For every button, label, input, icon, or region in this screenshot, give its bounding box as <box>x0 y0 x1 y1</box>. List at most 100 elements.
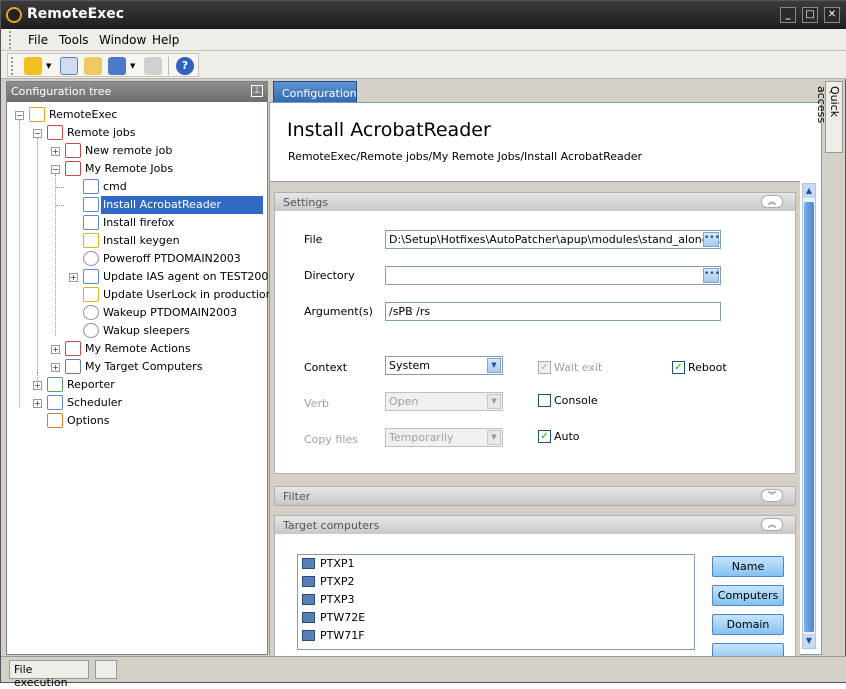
tree-item-install-firefox[interactable]: Install firefox <box>7 214 267 232</box>
script-icon <box>83 197 99 212</box>
wait-exit-checkbox[interactable]: ✓ <box>538 361 551 374</box>
tree-item-label: New remote job <box>85 144 173 157</box>
directory-field[interactable]: ••• <box>385 266 721 285</box>
wait-exit-label: Wait exit <box>554 361 603 374</box>
close-button[interactable]: ✕ <box>824 7 840 23</box>
computers-button[interactable]: Computers <box>712 585 784 606</box>
filter-header[interactable]: Filter ︾ <box>275 487 795 505</box>
chevron-down-icon[interactable]: ▼ <box>487 430 501 445</box>
tree-item-my-target-computers[interactable]: + My Target Computers <box>7 358 267 376</box>
tree-item-label: Wakup sleepers <box>103 324 190 337</box>
remote-jobs-icon <box>47 125 63 140</box>
tree-item-scheduler[interactable]: + Scheduler <box>7 394 267 412</box>
console-checkbox[interactable] <box>538 394 551 407</box>
menu-help[interactable]: Help <box>152 33 179 47</box>
expand-icon[interactable]: + <box>51 345 60 354</box>
tree-item-new-remote-job[interactable]: + New remote job <box>7 142 267 160</box>
scroll-up-icon[interactable]: ▲ <box>803 184 815 198</box>
tree-view[interactable]: − RemoteExec − Remote jobs + New remote … <box>7 102 279 654</box>
file-field[interactable]: D:\Setup\Hotfixes\AutoPatcher\apup\modul… <box>385 230 721 249</box>
file-label: File <box>304 233 323 246</box>
expand-icon[interactable]: + <box>51 363 60 372</box>
pin-icon[interactable]: ⊥ <box>251 85 263 97</box>
status-text: File execution <box>9 660 89 689</box>
tree-item-my-remote-actions[interactable]: + My Remote Actions <box>7 340 267 358</box>
arguments-field[interactable]: /sPB /rs <box>385 302 721 321</box>
menu-window[interactable]: Window <box>99 33 146 47</box>
save-icon[interactable] <box>108 57 126 75</box>
settings-header[interactable]: Settings ︽ <box>275 193 795 211</box>
minimize-button[interactable]: _ <box>780 7 796 23</box>
expand-icon[interactable]: + <box>51 147 60 156</box>
context-select[interactable]: System ▼ <box>385 356 503 375</box>
chevron-down-icon[interactable]: ▼ <box>487 358 501 373</box>
quick-access-tab[interactable]: Quick access <box>815 81 843 153</box>
new-icon[interactable] <box>60 57 78 75</box>
tree-item-wakup-sleepers[interactable]: Wakup sleepers <box>7 322 267 340</box>
tree-item-poweroff[interactable]: Poweroff PTDOMAIN2003 <box>7 250 267 268</box>
collapse-up-icon[interactable]: ︽ <box>761 518 783 531</box>
tree-item-wakeup[interactable]: Wakeup PTDOMAIN2003 <box>7 304 267 322</box>
tree-item-update-ias[interactable]: + Update IAS agent on TEST200... <box>7 268 279 286</box>
scroll-thumb[interactable] <box>804 202 814 632</box>
title-bar[interactable]: RemoteExec _ □ ✕ <box>1 1 846 29</box>
settings-scroll-area[interactable]: Settings ︽ File D:\Setup\Hotfixes\AutoPa… <box>270 181 800 656</box>
tree-item-options[interactable]: Options <box>7 412 267 430</box>
app-window: RemoteExec _ □ ✕ File Tools Window Help … <box>0 0 846 689</box>
tree-item-remote-jobs[interactable]: − Remote jobs <box>7 124 267 142</box>
computer-list[interactable]: PTXP1 PTXP2 PTXP3 PTW72E PTW71F <box>297 554 695 650</box>
scroll-down-icon[interactable]: ▼ <box>803 634 815 648</box>
collapse-icon[interactable]: − <box>15 111 24 120</box>
verb-select[interactable]: Open ▼ <box>385 392 503 411</box>
toolbar-strip: ▼ ▼ ? <box>7 53 199 77</box>
tree-item-install-keygen[interactable]: Install keygen <box>7 232 267 250</box>
help-icon[interactable]: ? <box>176 57 194 75</box>
more-button[interactable] <box>712 643 784 656</box>
script-icon <box>83 215 99 230</box>
collapse-icon[interactable]: − <box>33 129 42 138</box>
expand-icon[interactable]: + <box>33 381 42 390</box>
print-icon[interactable] <box>144 57 162 75</box>
configuration-tree-panel: Configuration tree ⊥ − RemoteExec − Remo… <box>6 81 279 655</box>
open-folder-icon[interactable] <box>84 57 102 75</box>
vertical-scrollbar[interactable]: ▲ ▼ <box>802 183 816 649</box>
tab-configuration[interactable]: Configuration <box>273 81 357 103</box>
collapse-icon[interactable]: − <box>51 165 60 174</box>
menu-tools[interactable]: Tools <box>59 33 89 47</box>
expand-down-icon[interactable]: ︾ <box>761 489 783 502</box>
tree-item-label: Install firefox <box>103 216 175 229</box>
run-dropdown-icon[interactable]: ▼ <box>46 62 51 70</box>
tree-item-remoteexec[interactable]: − RemoteExec <box>7 106 267 124</box>
collapse-up-icon[interactable]: ︽ <box>761 195 783 208</box>
tree-item-update-userlock[interactable]: Update UserLock in production <box>7 286 273 304</box>
target-computers-header[interactable]: Target computers ︽ <box>275 516 795 534</box>
run-icon[interactable] <box>24 57 42 75</box>
chevron-down-icon[interactable]: ▼ <box>487 394 501 409</box>
tree-item-install-acrobatreader[interactable]: Install AcrobatReader <box>7 196 267 214</box>
filter-section: Filter ︾ <box>274 486 796 506</box>
browse-directory-button[interactable]: ••• <box>703 268 720 283</box>
computer-name: PTXP2 <box>320 575 355 588</box>
name-button[interactable]: Name <box>712 556 784 577</box>
remoteexec-icon <box>29 107 45 122</box>
expand-icon[interactable]: + <box>33 399 42 408</box>
domain-button[interactable]: Domain <box>712 614 784 635</box>
browse-file-button[interactable]: ••• <box>703 232 720 247</box>
reboot-checkbox[interactable]: ✓ <box>672 361 685 374</box>
tree-item-cmd[interactable]: cmd <box>7 178 267 196</box>
tree-item-label: Install keygen <box>103 234 180 247</box>
save-dropdown-icon[interactable]: ▼ <box>130 62 135 70</box>
arguments-label: Argument(s) <box>304 305 373 318</box>
toolbar-separator <box>168 57 169 75</box>
gear-icon <box>83 251 99 266</box>
auto-checkbox[interactable]: ✓ <box>538 430 551 443</box>
tree-item-my-remote-jobs[interactable]: − My Remote Jobs <box>7 160 267 178</box>
breadcrumb: RemoteExec/Remote jobs/My Remote Jobs/In… <box>288 150 643 163</box>
maximize-button[interactable]: □ <box>802 7 818 23</box>
tree-item-reporter[interactable]: + Reporter <box>7 376 267 394</box>
menu-grip[interactable] <box>9 31 11 49</box>
menu-file[interactable]: File <box>28 33 48 47</box>
expand-icon[interactable]: + <box>69 273 78 282</box>
toolbar-grip[interactable] <box>11 57 13 75</box>
copy-files-select[interactable]: Temporarily ▼ <box>385 428 503 447</box>
